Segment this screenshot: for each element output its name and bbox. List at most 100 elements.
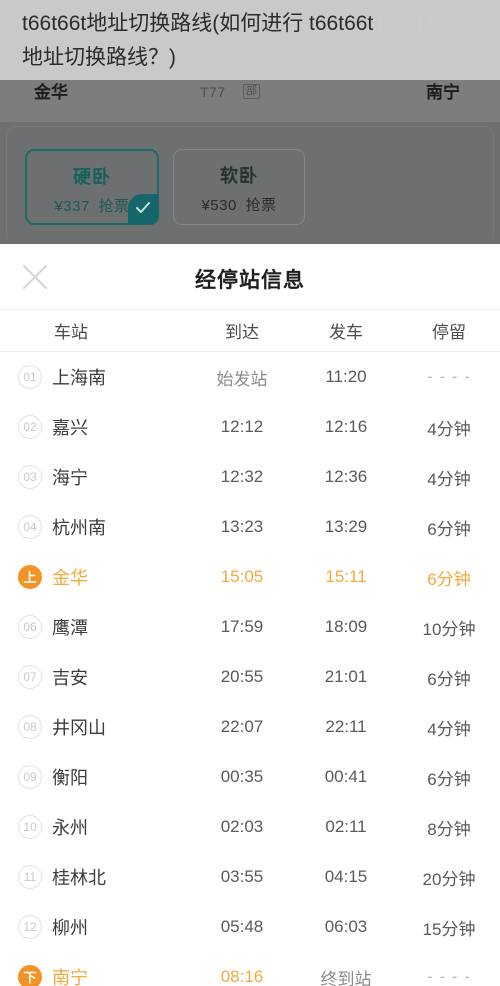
cell-arrive: 15:05 [220, 567, 264, 586]
to-station: 南宁 [426, 83, 460, 102]
stop-index: 07 [18, 665, 42, 689]
selected-check-badge [128, 194, 158, 224]
app-screen: 15:11 08:16 +1 全程17时05分 经停站 › 金华 南宁 T77 … [0, 0, 500, 986]
cell-stay: 6分钟 [427, 519, 471, 539]
cell-depart: 18:09 [324, 617, 368, 636]
ticket-price-row: ¥530/抢票 [174, 194, 304, 215]
station-name: 吉安 [52, 668, 88, 688]
cell-station: 02 嘉兴 [0, 414, 190, 440]
cell-stay: 4分钟 [427, 469, 471, 489]
stop-index: 06 [18, 615, 42, 639]
stop-index: 09 [18, 765, 42, 789]
stop-index: 04 [18, 515, 42, 539]
cell-stay: 8分钟 [427, 819, 471, 839]
cell-stay: 6分钟 [427, 769, 471, 789]
cell-depart: 22:11 [325, 717, 367, 736]
cell-arrive: 12:12 [220, 417, 264, 436]
table-row: 11 桂林北 03:55 04:15 20分钟 [0, 852, 500, 902]
station-name: 桂林北 [52, 868, 106, 888]
station-name: 海宁 [52, 468, 88, 488]
cell-stay: - - - - [427, 367, 471, 386]
ticket-separator: / [238, 197, 244, 214]
cell-stay: - - - - [427, 967, 471, 986]
table-row: 10 永州 02:03 02:11 8分钟 [0, 802, 500, 852]
cell-arrive: 20:55 [220, 667, 264, 686]
cell-depart: 04:15 [324, 867, 368, 886]
cell-depart: 终到站 [320, 969, 372, 986]
cell-arrive: 22:07 [220, 717, 264, 736]
cell-depart: 11:20 [325, 367, 367, 386]
cell-station: 12 柳州 [0, 914, 190, 940]
cell-station: 01 上海南 [0, 364, 190, 390]
ticket-name: 软卧 [220, 166, 258, 186]
ticket-name: 硬卧 [73, 167, 111, 187]
station-name: 金华 [52, 568, 88, 588]
cell-depart: 06:03 [324, 917, 368, 936]
cell-stay: 4分钟 [427, 419, 471, 439]
page-title-line-1: t66t66t地址切换路线(如何进行 t66t66t [22, 12, 374, 35]
alight-badge-icon: 下 [18, 965, 42, 986]
cell-stay: 15分钟 [422, 919, 476, 939]
station-name: 杭州南 [52, 518, 106, 538]
ticket-card-soft-sleeper[interactable]: 软卧 ¥530/抢票 [173, 149, 305, 225]
ticket-options-area: 硬卧 ¥337/抢票 软卧 ¥530/抢票 [0, 122, 500, 244]
table-row: 01 上海南 始发站 11:20 - - - - [0, 352, 500, 402]
stops-table-body: 01 上海南 始发站 11:20 - - - - 02 嘉兴 12:12 12:16 4分钟 03 海… [0, 352, 500, 986]
ticket-price: ¥337 [54, 198, 90, 215]
cell-arrive: 始发站 [216, 369, 268, 389]
station-name: 上海南 [52, 368, 106, 388]
station-name: 井冈山 [52, 718, 106, 738]
table-row: 04 杭州南 13:23 13:29 6分钟 [0, 502, 500, 552]
train-number: T77 [200, 84, 226, 100]
cell-depart: 02:11 [325, 817, 367, 836]
column-header-arrive: 到达 [225, 323, 259, 342]
ticket-panel: 硬卧 ¥337/抢票 软卧 ¥530/抢票 [6, 126, 494, 238]
table-row: 下南宁 08:16 终到站 - - - - [0, 952, 500, 986]
cell-stay: 10分钟 [422, 619, 476, 639]
table-row: 02 嘉兴 12:12 12:16 4分钟 [0, 402, 500, 452]
cell-depart: 00:41 [324, 767, 368, 786]
cell-station: 11 桂林北 [0, 864, 190, 890]
from-station: 金华 [34, 83, 68, 102]
cell-station: 08 井冈山 [0, 714, 190, 740]
cell-station: 上金华 [0, 564, 190, 590]
cell-stay: 6分钟 [427, 569, 471, 589]
cell-arrive: 12:32 [220, 467, 264, 486]
check-icon [136, 202, 150, 213]
cell-arrive: 00:35 [220, 767, 264, 786]
ticket-action: 抢票 [245, 197, 277, 214]
station-name: 鹰潭 [52, 618, 88, 638]
stops-info-modal: 经停站信息 车站 到达 发车 停留 01 上海南 始发站 11:20 - - - - 02… [0, 244, 500, 986]
stop-index: 02 [18, 415, 42, 439]
ticket-card-hard-sleeper[interactable]: 硬卧 ¥337/抢票 [25, 149, 159, 225]
cell-arrive: 05:48 [220, 917, 264, 936]
table-row: 09 衡阳 00:35 00:41 6分钟 [0, 752, 500, 802]
column-header-stay: 停留 [432, 323, 466, 342]
stop-index: 01 [18, 365, 42, 389]
cell-station: 03 海宁 [0, 464, 190, 490]
cell-depart: 12:36 [324, 467, 368, 486]
ticket-price: ¥530 [201, 197, 237, 214]
ticket-separator: / [91, 198, 97, 215]
page-title-overlay: t66t66t地址切换路线(如何进行 t66t66t 地址切换路线？) [0, 0, 500, 80]
cell-station: 06 鹰潭 [0, 614, 190, 640]
page-title-line-2: 地址切换路线？) [22, 46, 176, 69]
station-name: 嘉兴 [52, 418, 88, 438]
cell-arrive: 17:59 [220, 617, 264, 636]
column-header-station: 车站 [54, 323, 88, 342]
stop-index: 11 [18, 865, 42, 889]
cell-stay: 20分钟 [422, 869, 476, 889]
stop-index: 10 [18, 815, 42, 839]
train-type-badge: 部 [243, 84, 260, 99]
cell-arrive: 13:23 [220, 517, 264, 536]
cell-stay: 6分钟 [427, 669, 471, 689]
table-row: 06 鹰潭 17:59 18:09 10分钟 [0, 602, 500, 652]
stop-index: 03 [18, 465, 42, 489]
table-row: 上金华 15:05 15:11 6分钟 [0, 552, 500, 602]
column-header-depart: 发车 [329, 323, 363, 342]
cell-station: 09 衡阳 [0, 764, 190, 790]
station-name: 南宁 [52, 968, 88, 986]
table-header-row: 车站 到达 发车 停留 [0, 310, 500, 352]
table-row: 03 海宁 12:32 12:36 4分钟 [0, 452, 500, 502]
cell-arrive: 08:16 [220, 967, 264, 986]
